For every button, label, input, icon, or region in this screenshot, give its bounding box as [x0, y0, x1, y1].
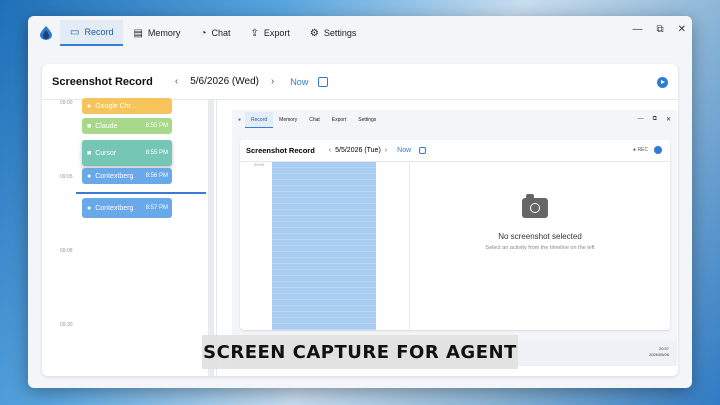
nested-tab: Memory [279, 117, 298, 123]
nested-timeline: 09:00 [240, 162, 410, 330]
prev-date-button[interactable]: ‹ [175, 76, 178, 87]
tab-export[interactable]: ⇪ Export [241, 20, 300, 46]
time-label: 09:00 [60, 100, 73, 106]
activity-time: 8:55 PM [145, 123, 168, 129]
nested-logo-icon: ● [238, 117, 242, 123]
tab-export-label: Export [263, 28, 290, 38]
time-label: 09:08 [60, 248, 73, 254]
nested-tab: Chat [309, 117, 320, 123]
nested-tab: Settings [358, 117, 377, 123]
claude-icon: ■ [87, 122, 92, 130]
nested-tab: Export [331, 117, 347, 123]
taskbar-clock: 20:57 2026/05/06 [649, 346, 669, 358]
tab-chat-label: Chat [211, 28, 231, 38]
clock-time: 20:57 [658, 346, 669, 351]
restore-button[interactable]: ⧉ [656, 24, 663, 35]
nested-title: Screenshot Record [246, 146, 315, 155]
activity-label: Claude [95, 122, 118, 130]
activity-label: Cursor [95, 149, 117, 157]
chat-icon: ◔ [200, 27, 207, 39]
time-label: 09:05 [60, 174, 73, 180]
empty-state-subtitle: Select an activity from the timeline on … [485, 245, 595, 251]
activity-time: 8:56 PM [145, 173, 168, 179]
nested-date: 5/5/2026 (Tue) [335, 147, 381, 154]
record-header: Screenshot Record ‹ 5/6/2026 (Wed) › Now [42, 64, 678, 100]
current-date: 5/6/2026 (Wed) [190, 76, 259, 87]
empty-state: No screenshot selected Select an activit… [410, 162, 670, 330]
rec-indicator: ● REC [633, 147, 648, 153]
activity-label: Contextberg [95, 204, 134, 212]
nested-time-label: 09:00 [254, 162, 265, 167]
tab-memory[interactable]: ▤ Memory [123, 20, 190, 46]
contextberg-icon: ● [87, 204, 92, 212]
tab-record-label: Record [84, 27, 114, 37]
nested-app-window: ● Record Memory Chat Export Settings — ⧉ ✕… [232, 110, 677, 366]
current-time-line [76, 192, 206, 194]
page-title: Screenshot Record [52, 75, 153, 88]
nested-header: Screenshot Record ‹ 5/5/2026 (Tue) › Now… [240, 140, 670, 162]
nested-calendar-icon [419, 147, 427, 154]
activity-time: 8:55 PM [145, 150, 168, 156]
tab-record[interactable]: ▭ Record [60, 20, 124, 46]
window-controls: — ⧉ ✕ [632, 24, 686, 35]
document-icon: ▤ [133, 27, 143, 39]
nested-tab: Record [245, 112, 274, 128]
clock-date: 2026/05/06 [648, 352, 669, 357]
title-bar: ▭ Record ▤ Memory ◔ Chat ⇪ Export ⚙ Sett… [28, 16, 692, 50]
time-label: 09:30 [60, 322, 73, 328]
activity-card[interactable]: ● Contextberg 8:57 PM [82, 198, 172, 218]
close-button[interactable]: ✕ [678, 24, 686, 35]
next-date-button[interactable]: › [271, 76, 274, 87]
nested-tab-bar: ● Record Memory Chat Export Settings — ⧉ ✕ [232, 110, 677, 130]
record-panel: Screenshot Record ‹ 5/6/2026 (Wed) › Now… [42, 64, 678, 376]
contextberg-icon: ● [87, 172, 92, 180]
activity-label: Contextberg [95, 172, 134, 180]
now-button[interactable]: Now [290, 77, 308, 87]
nested-content: Screenshot Record ‹ 5/5/2026 (Tue) › Now… [240, 140, 670, 330]
activity-label: Google Chr... [95, 102, 137, 110]
tab-chat[interactable]: ◔ Chat [190, 20, 240, 46]
chrome-icon: ● [87, 102, 92, 110]
minimize-button[interactable]: — [632, 24, 642, 35]
timeline-panel[interactable]: 09:00 09:05 09:08 09:30 ● Google Chr... … [42, 98, 217, 376]
export-icon: ⇪ [250, 27, 259, 39]
play-icon[interactable] [657, 77, 668, 88]
tab-settings-label: Settings [323, 28, 357, 38]
caption-text: SCREEN CAPTURE FOR AGENT [203, 341, 517, 363]
video-icon: ▭ [70, 26, 80, 38]
activity-card[interactable]: ● Contextberg 8:56 PM [82, 168, 172, 184]
calendar-icon[interactable] [318, 76, 329, 87]
app-logo-icon [36, 23, 56, 43]
caption-overlay: SCREEN CAPTURE FOR AGENT [202, 335, 518, 369]
nested-prev-icon: ‹ [328, 147, 332, 154]
app-window: ▭ Record ▤ Memory ◔ Chat ⇪ Export ⚙ Sett… [28, 16, 692, 388]
tab-settings[interactable]: ⚙ Settings [300, 20, 367, 46]
empty-state-title: No screenshot selected [498, 232, 582, 241]
nested-now: Now [397, 147, 412, 154]
camera-icon [522, 194, 548, 218]
activity-card[interactable]: ● Google Chr... [82, 98, 172, 114]
nested-activity-block [272, 162, 376, 330]
tab-memory-label: Memory [147, 28, 181, 38]
activity-card[interactable]: ■ Claude 8:55 PM [82, 118, 172, 134]
nested-window-controls: — ⧉ ✕ [637, 116, 671, 123]
nested-next-icon: › [384, 147, 388, 154]
activity-time: 8:57 PM [145, 205, 168, 211]
gear-icon: ⚙ [309, 27, 319, 39]
cursor-app-icon: ■ [87, 149, 92, 157]
activity-card[interactable]: ■ Cursor 8:55 PM [82, 140, 172, 166]
nested-play-icon [654, 146, 662, 154]
